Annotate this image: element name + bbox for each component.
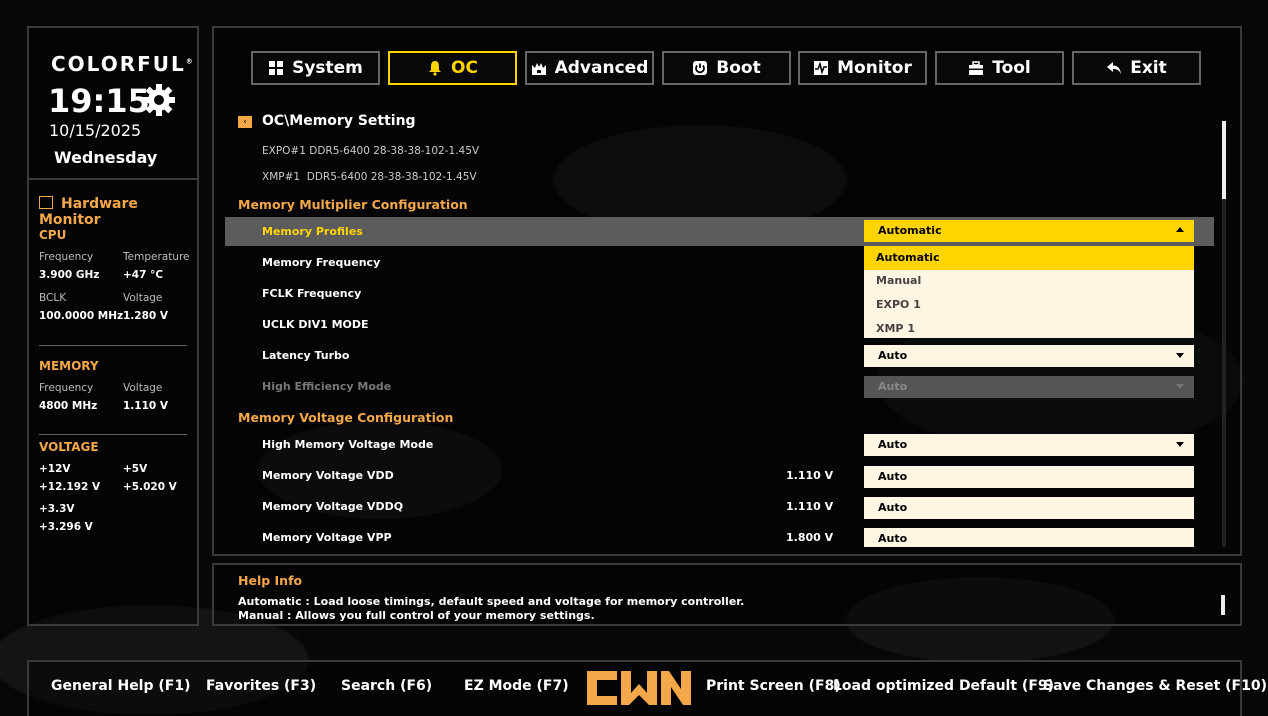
chip-icon <box>531 63 546 75</box>
memory-profiles-select[interactable]: Automatic <box>864 220 1194 242</box>
cpu-freq-value: 3.900 GHz <box>39 269 100 281</box>
search-button[interactable]: Search (F6) <box>341 678 432 694</box>
item-memory-voltage-vpp[interactable]: Memory Voltage VPP <box>262 531 392 544</box>
mem-freq-value: 4800 MHz <box>39 400 98 412</box>
left-panel: COLORFUL® 19:15 10/15/2025 Wednesday Har… <box>27 26 199 626</box>
cpu-bclk-label: BCLK <box>39 292 67 304</box>
cpu-bclk-value: 100.0000 MHz <box>39 310 124 322</box>
tab-oc[interactable]: OC <box>388 51 517 85</box>
group-memory-multiplier: Memory Multiplier Configuration <box>238 197 468 212</box>
option-expo1[interactable]: EXPO 1 <box>864 293 1194 317</box>
v33-value: +3.296 V <box>39 521 93 533</box>
chevron-up-icon <box>1176 227 1184 232</box>
memory-profiles-dropdown: Automatic Manual EXPO 1 XMP 1 <box>864 246 1194 338</box>
monitor-icon <box>39 196 53 209</box>
cpu-temp-label: Temperature <box>123 251 190 263</box>
ez-mode-button[interactable]: EZ Mode (F7) <box>464 678 569 694</box>
tab-system[interactable]: System <box>251 51 380 85</box>
group-memory-voltage: Memory Voltage Configuration <box>238 410 454 425</box>
item-high-memory-voltage-mode[interactable]: High Memory Voltage Mode <box>262 438 433 451</box>
option-xmp1[interactable]: XMP 1 <box>864 317 1194 341</box>
high-efficiency-select: Auto <box>864 376 1194 398</box>
latency-turbo-select[interactable]: Auto <box>864 345 1194 367</box>
item-memory-frequency[interactable]: Memory Frequency <box>262 256 380 269</box>
favorites-button[interactable]: Favorites (F3) <box>206 678 316 694</box>
cpu-section-title: CPU <box>39 228 67 242</box>
mem-freq-label: Frequency <box>39 382 94 394</box>
option-automatic[interactable]: Automatic <box>864 246 1194 270</box>
item-latency-turbo[interactable]: Latency Turbo <box>262 349 349 362</box>
grid-icon <box>269 61 284 75</box>
cvn-logo <box>587 671 691 705</box>
item-memory-voltage-vddq[interactable]: Memory Voltage VDDQ <box>262 500 403 513</box>
vddq-input[interactable]: Auto <box>864 497 1194 519</box>
cpu-volt-label: Voltage <box>123 292 163 304</box>
tab-monitor[interactable]: Monitor <box>798 51 927 85</box>
hardware-monitor-title: Hardware Monitor <box>39 196 138 228</box>
settings-scrollbar[interactable] <box>1222 121 1226 547</box>
chevron-down-icon <box>1176 384 1184 389</box>
item-uclk-div1-mode[interactable]: UCLK DIV1 MODE <box>262 318 369 331</box>
item-high-efficiency-mode: High Efficiency Mode <box>262 380 392 393</box>
cpu-freq-label: Frequency <box>39 251 94 263</box>
cpu-temp-value: +47 °C <box>123 269 164 281</box>
help-line: Automatic : Load loose timings, default … <box>238 595 745 608</box>
clock-day: Wednesday <box>54 148 158 167</box>
item-memory-profiles[interactable]: Memory Profiles <box>262 225 363 238</box>
v5-label: +5V <box>123 463 148 475</box>
help-panel: Help Info Automatic : Load loose timings… <box>212 563 1242 626</box>
v12-label: +12V <box>39 463 71 475</box>
option-manual[interactable]: Manual <box>864 269 1194 293</box>
clock-time: 19:15 <box>48 82 150 120</box>
chevron-down-icon <box>1176 353 1184 358</box>
save-reset-button[interactable]: Save Changes & Reset (F10) <box>1043 678 1267 694</box>
divider <box>39 434 187 435</box>
v33-label: +3.3V <box>39 503 75 515</box>
tab-advanced[interactable]: Advanced <box>525 51 654 85</box>
v5-value: +5.020 V <box>123 481 177 493</box>
vddq-value: 1.110 V <box>786 500 834 513</box>
scrollbar-thumb[interactable] <box>1222 121 1226 199</box>
print-screen-button[interactable]: Print Screen (F8) <box>706 678 841 694</box>
breadcrumb: OC\Memory Setting <box>262 113 416 129</box>
help-scrollbar[interactable] <box>1221 595 1225 615</box>
item-fclk-frequency[interactable]: FCLK Frequency <box>262 287 361 300</box>
clock-area: COLORFUL® 19:15 10/15/2025 Wednesday <box>29 28 197 180</box>
clock-date: 10/15/2025 <box>49 121 142 140</box>
power-icon <box>693 61 708 75</box>
general-help-button[interactable]: General Help (F1) <box>51 678 190 694</box>
vdd-value: 1.110 V <box>786 469 834 482</box>
tab-tool[interactable]: Tool <box>935 51 1064 85</box>
gear-icon <box>143 84 175 116</box>
tab-exit[interactable]: Exit <box>1072 51 1201 85</box>
cpu-volt-value: 1.280 V <box>123 310 168 322</box>
help-title: Help Info <box>238 573 303 588</box>
voltage-section-title: VOLTAGE <box>39 440 99 454</box>
high-memory-voltage-select[interactable]: Auto <box>864 434 1194 456</box>
vdd-input[interactable]: Auto <box>864 466 1194 488</box>
item-memory-voltage-vdd[interactable]: Memory Voltage VDD <box>262 469 394 482</box>
chevron-down-icon <box>1176 442 1184 447</box>
load-default-button[interactable]: Load optimized Default (F9) <box>833 678 1054 694</box>
back-icon[interactable]: ‹ <box>238 116 252 128</box>
vpp-value: 1.800 V <box>786 531 834 544</box>
bell-icon <box>429 61 442 76</box>
vpp-input[interactable]: Auto <box>864 528 1194 547</box>
tab-boot[interactable]: Boot <box>662 51 791 85</box>
colorful-logo: COLORFUL® <box>51 52 195 76</box>
help-line: Manual : Allows you full control of your… <box>238 609 595 622</box>
xmp-info: XMP#1 DDR5-6400 28-38-38-102-1.45V <box>262 171 477 183</box>
pulse-icon <box>814 61 829 75</box>
v12-value: +12.192 V <box>39 481 101 493</box>
mem-volt-label: Voltage <box>123 382 163 394</box>
divider <box>39 345 187 346</box>
toolbox-icon <box>969 61 984 75</box>
back-arrow-icon <box>1107 62 1122 74</box>
expo-info: EXPO#1 DDR5-6400 28-38-38-102-1.45V <box>262 145 480 157</box>
mem-volt-value: 1.110 V <box>123 400 168 412</box>
memory-section-title: MEMORY <box>39 359 99 373</box>
